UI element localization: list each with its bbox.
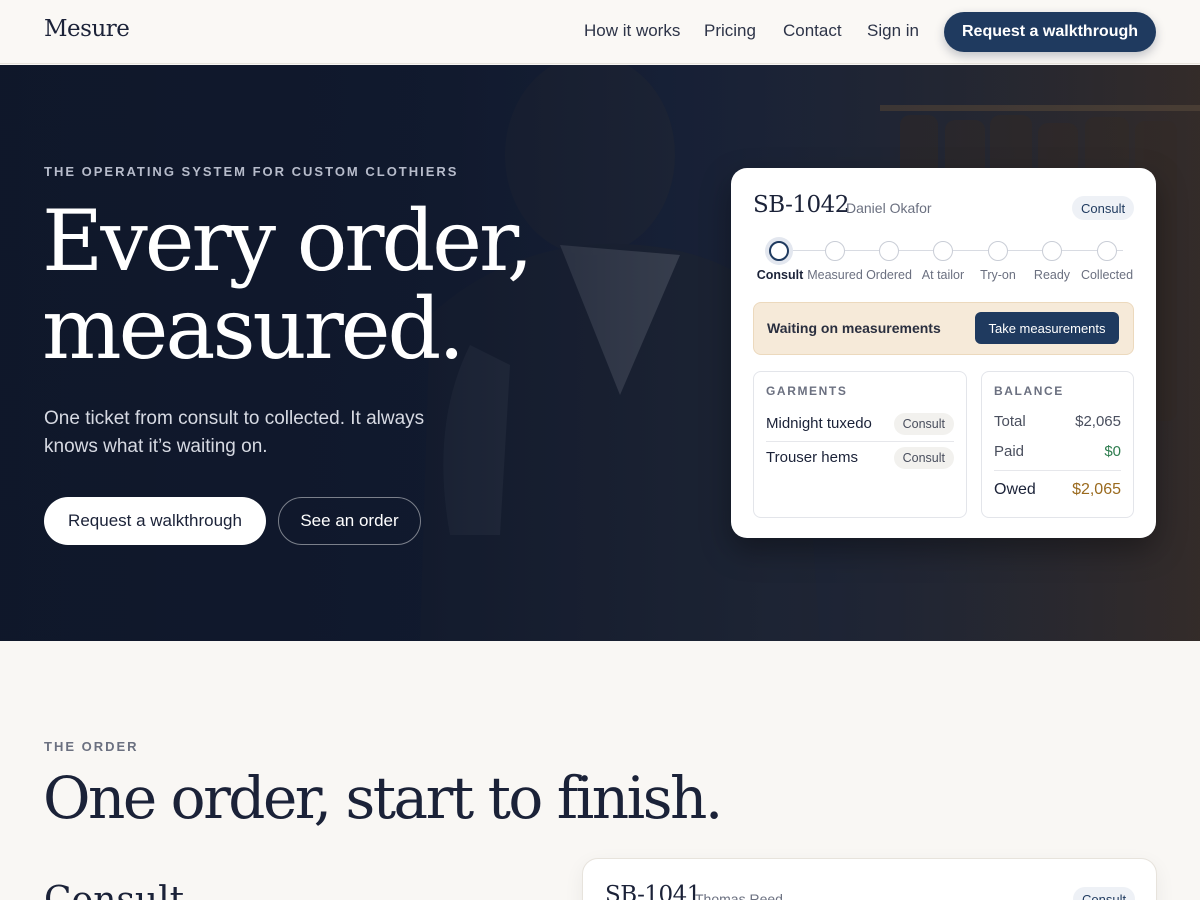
see-an-order-button[interactable]: See an order — [278, 497, 421, 545]
garment-row[interactable]: Trouser hems Consult — [766, 441, 954, 475]
garment-status-badge: Consult — [893, 447, 954, 469]
step-dot-consult[interactable] — [769, 241, 789, 261]
step-dot-ready[interactable] — [1042, 241, 1062, 261]
order-id: SB-1042 — [753, 192, 849, 218]
hero-headline: Every order, measured. — [42, 197, 602, 373]
balance-panel: BALANCE Total $2,065 Paid $0 Owed $2,065 — [981, 371, 1134, 518]
preview-client-name: Thomas Reed — [695, 891, 783, 900]
owed-label: Owed — [994, 481, 1036, 498]
nav-contact[interactable]: Contact — [783, 21, 842, 41]
preview-order-id: SB-1041 — [605, 882, 701, 900]
step-dot-at-tailor[interactable] — [933, 241, 953, 261]
client-name: Daniel Okafor — [846, 200, 932, 216]
take-measurements-button[interactable]: Take measurements — [975, 312, 1119, 344]
total-label: Total — [994, 413, 1026, 430]
order-section-eyebrow: THE ORDER — [44, 739, 139, 754]
headline-line-1: Every order, — [42, 192, 534, 290]
garment-row[interactable]: Midnight tuxedo Consult — [766, 407, 954, 441]
hero-eyebrow: THE OPERATING SYSTEM FOR CUSTOM CLOTHIER… — [44, 164, 459, 179]
status-badge: Consult — [1072, 196, 1135, 220]
order-card: SB-1042 Daniel Okafor Consult Consult Me… — [731, 168, 1156, 538]
nav-pricing[interactable]: Pricing — [704, 21, 756, 41]
total-value: $2,065 — [1075, 413, 1121, 430]
waiting-text: Waiting on measurements — [767, 320, 941, 336]
order-section-title: One order, start to finish. — [43, 764, 723, 832]
garments-title: GARMENTS — [766, 384, 848, 398]
step-dot-collected[interactable] — [1097, 241, 1117, 261]
step-dot-try-on[interactable] — [988, 241, 1008, 261]
paid-label: Paid — [994, 443, 1025, 460]
preview-status-badge: Consult — [1073, 887, 1136, 900]
waiting-banner: Waiting on measurements Take measurement… — [753, 302, 1134, 355]
balance-divider — [994, 470, 1121, 471]
hero-section: THE OPERATING SYSTEM FOR CUSTOM CLOTHIER… — [0, 65, 1200, 641]
headline-line-2: measured. — [42, 280, 465, 378]
paid-value: $0 — [1104, 443, 1121, 460]
step-dot-ordered[interactable] — [879, 241, 899, 261]
step-heading: Consult — [44, 880, 184, 900]
balance-title: BALANCE — [994, 384, 1064, 398]
step-dot-measured[interactable] — [825, 241, 845, 261]
top-navigation-bar: Mesure How it works Pricing Contact Sign… — [0, 0, 1200, 64]
garment-status-badge: Consult — [893, 413, 954, 435]
request-walkthrough-nav-button[interactable]: Request a walkthrough — [944, 12, 1156, 52]
nav-how-it-works[interactable]: How it works — [584, 21, 680, 41]
request-walkthrough-button[interactable]: Request a walkthrough — [44, 497, 266, 545]
garment-name: Trouser hems — [766, 449, 858, 466]
step-label-collected: Collected — [1080, 268, 1134, 282]
logo[interactable]: Mesure — [44, 16, 130, 42]
order-preview-card: SB-1041 Thomas Reed Consult — [582, 858, 1157, 900]
garments-panel: GARMENTS Midnight tuxedo Consult Trouser… — [753, 371, 967, 518]
garment-name: Midnight tuxedo — [766, 415, 872, 432]
owed-value: $2,065 — [1072, 481, 1121, 498]
nav-sign-in[interactable]: Sign in — [867, 21, 919, 41]
hero-subhead: One ticket from consult to collected. It… — [44, 408, 425, 457]
